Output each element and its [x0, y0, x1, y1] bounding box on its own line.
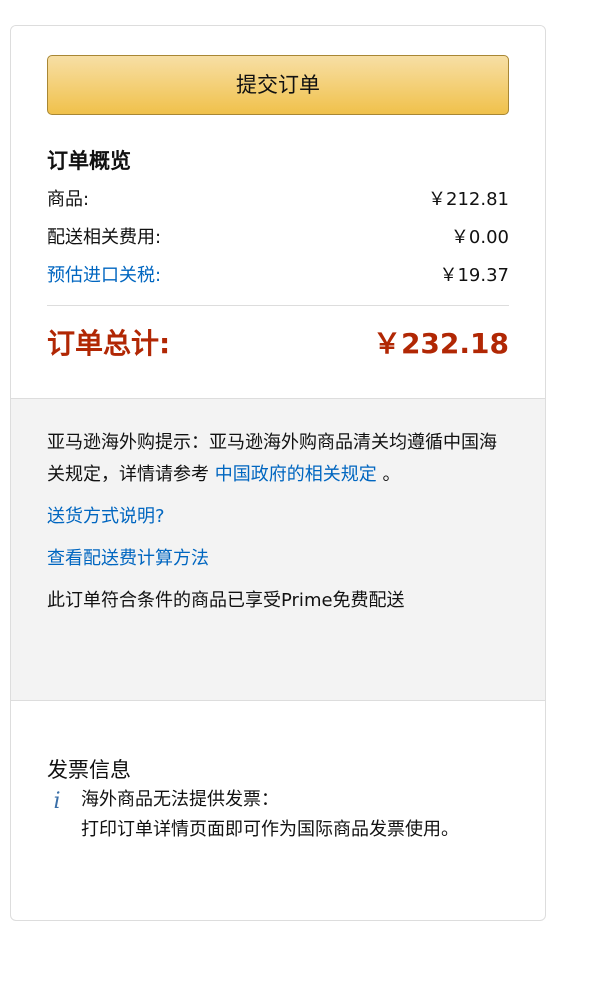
invoice-line: 海外商品无法提供发票： — [81, 789, 279, 810]
order-total-amount: ￥232.18 — [372, 327, 509, 360]
line-item-label: 商品: — [47, 189, 90, 210]
invoice-section: 发票信息 i 海外商品无法提供发票： 打印订单详情页面即可作为国际商品发票使用。 — [11, 701, 545, 847]
line-item-amount: ￥212.81 — [428, 189, 509, 210]
shipping-method-link[interactable]: 送货方式说明? — [47, 501, 509, 533]
customs-notice-suffix: 。 — [376, 464, 401, 485]
info-icon: i — [53, 789, 61, 814]
line-item-label: 配送相关费用: — [47, 227, 162, 248]
line-item-row: 商品: ￥212.81 — [47, 187, 509, 213]
invoice-lines: 海外商品无法提供发票： 打印订单详情页面即可作为国际商品发票使用。 — [81, 787, 459, 847]
shipping-fee-link[interactable]: 查看配送费计算方法 — [47, 543, 509, 575]
notice-section: 亚马逊海外购提示：亚马逊海外购商品清关均遵循中国海关规定，详情请参考 中国政府的… — [11, 398, 545, 701]
line-item-row: 预估进口关税: ￥19.37 — [47, 263, 509, 289]
import-duty-link[interactable]: 预估进口关税: — [47, 263, 161, 289]
invoice-line: 打印订单详情页面即可作为国际商品发票使用。 — [81, 819, 459, 840]
summary-section: 提交订单 订单概览 商品: ￥212.81 配送相关费用: ￥0.00 预估进口… — [11, 26, 545, 398]
divider — [47, 305, 509, 306]
invoice-title: 发票信息 — [47, 758, 131, 782]
customs-notice: 亚马逊海外购提示：亚马逊海外购商品清关均遵循中国海关规定，详情请参考 中国政府的… — [47, 427, 509, 491]
place-order-button[interactable]: 提交订单 — [47, 55, 509, 115]
order-summary-card: 提交订单 订单概览 商品: ￥212.81 配送相关费用: ￥0.00 预估进口… — [10, 25, 546, 921]
prime-note: 此订单符合条件的商品已享受Prime免费配送 — [47, 590, 405, 611]
line-item-row: 配送相关费用: ￥0.00 — [47, 225, 509, 251]
summary-title: 订单概览 — [47, 149, 131, 173]
line-item-amount: ￥0.00 — [450, 227, 509, 248]
regulation-link[interactable]: 中国政府的相关规定 — [215, 464, 377, 485]
order-total-label: 订单总计: — [47, 327, 171, 360]
invoice-body: i 海外商品无法提供发票： 打印订单详情页面即可作为国际商品发票使用。 — [47, 787, 509, 847]
line-item-amount: ￥19.37 — [439, 265, 509, 286]
order-total-row: 订单总计: ￥232.18 — [47, 324, 509, 364]
